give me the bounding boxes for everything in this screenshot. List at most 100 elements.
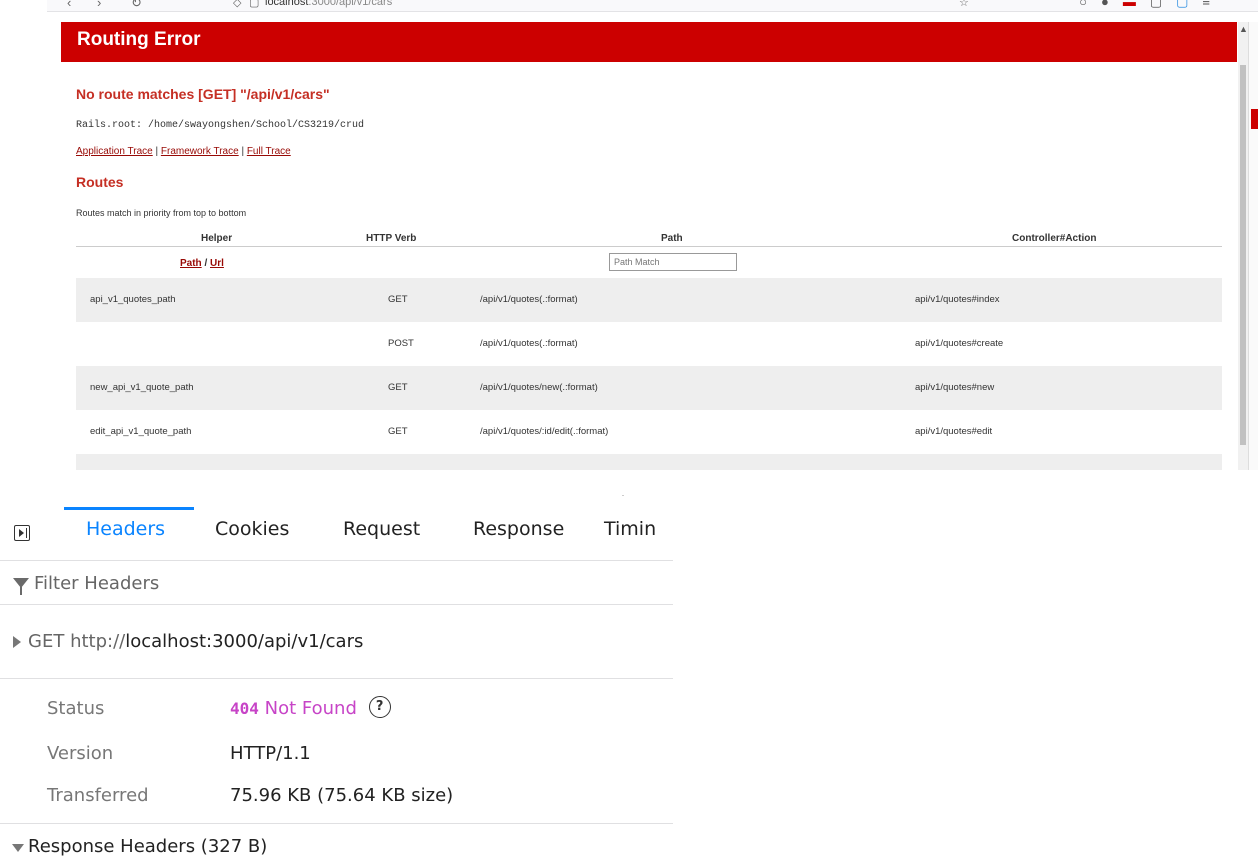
account-icon[interactable]: ●	[1101, 0, 1123, 9]
row-path: /api/v1/quotes(.:format)	[480, 338, 578, 349]
red-marker	[1251, 109, 1258, 129]
row-path: /api/v1/quotes(.:format)	[480, 294, 578, 305]
col-path: Path	[661, 233, 683, 244]
extension-icon[interactable]: ▢	[1176, 0, 1202, 9]
browser-window: ‹ › ↻ ◇ ▢ localhost:3000/api/v1/cars ☆ ○…	[47, 0, 1258, 470]
divider	[0, 604, 673, 605]
routes-heading: Routes	[76, 174, 124, 190]
routes-filter-row: Path / Url	[76, 247, 1222, 278]
pocket-icon[interactable]: ▬	[1123, 0, 1150, 9]
scrollbar-thumb[interactable]	[1240, 65, 1246, 445]
filter-headers-row[interactable]: Filter Headers	[0, 563, 673, 605]
response-headers-row[interactable]: Response Headers (327 B)	[0, 833, 673, 863]
toolbar-extension-icons: ○●▬▢▢≡	[1079, 0, 1224, 10]
request-scheme: http://	[70, 631, 126, 652]
framework-trace-link[interactable]: Framework Trace	[161, 146, 239, 157]
table-row: POST /api/v1/quotes(.:format) api/v1/quo…	[76, 322, 1222, 366]
status-row: Status 404 Not Found ?	[0, 696, 673, 728]
collapse-arrow-icon[interactable]	[12, 844, 24, 852]
help-icon[interactable]: ?	[368, 696, 391, 718]
table-row: new_api_v1_quote_path GET /api/v1/quotes…	[76, 366, 1222, 410]
row-helper: api_v1_quotes_path	[90, 294, 176, 305]
page-icon: ▢	[249, 0, 260, 9]
back-button[interactable]: ‹	[67, 0, 71, 10]
row-action: api/v1/quotes#new	[915, 382, 995, 393]
window-edge	[1248, 22, 1258, 470]
rails-error-page: Routing Error No route matches [GET] "/a…	[61, 22, 1237, 470]
row-action: api/v1/quotes#create	[915, 338, 1004, 349]
full-trace-link[interactable]: Full Trace	[247, 146, 291, 157]
col-http-verb: HTTP Verb	[366, 233, 417, 244]
address-bar[interactable]: localhost:3000/api/v1/cars	[265, 0, 392, 8]
devtools-panel: Headers Cookies Request Response Timin F…	[0, 470, 673, 868]
routes-description: Routes match in priority from top to bot…	[76, 208, 247, 218]
trace-separator: |	[238, 146, 247, 157]
browser-toolbar: ‹ › ↻ ◇ ▢ localhost:3000/api/v1/cars ☆ ○…	[47, 0, 1258, 12]
filter-icon	[13, 578, 29, 595]
match-type-links: Path / Url	[180, 258, 224, 269]
path-link[interactable]: Path	[180, 258, 202, 269]
version-row: Version HTTP/1.1	[0, 743, 673, 773]
application-trace-link[interactable]: Application Trace	[76, 146, 153, 157]
row-path: /api/v1/quotes/new(.:format)	[480, 382, 598, 393]
trace-separator: |	[152, 146, 161, 157]
downloads-icon[interactable]: ▢	[1150, 0, 1176, 9]
version-value: HTTP/1.1	[230, 743, 311, 764]
url-host: localhost	[265, 0, 309, 8]
row-action: api/v1/quotes#index	[915, 294, 1000, 305]
row-path: /api/v1/quotes/:id/edit(.:format)	[480, 426, 609, 437]
row-verb: POST	[388, 338, 414, 349]
tab-timings[interactable]: Timin	[604, 518, 656, 540]
request-summary-row[interactable]: GET http://localhost:3000/api/v1/cars	[0, 628, 673, 658]
devtools-tabbar: Headers Cookies Request Response Timin	[0, 470, 673, 562]
sync-icon[interactable]: ○	[1079, 0, 1101, 9]
row-helper: new_api_v1_quote_path	[90, 382, 194, 393]
toggle-sidebar-icon[interactable]	[14, 525, 30, 541]
path-match-input[interactable]	[609, 253, 737, 271]
transferred-value: 75.96 KB (75.64 KB size)	[230, 785, 454, 806]
active-tab-indicator	[64, 507, 194, 510]
trace-links: Application Trace | Framework Trace | Fu…	[76, 146, 291, 157]
row-verb: GET	[388, 382, 408, 393]
url-path: :3000/api/v1/cars	[308, 0, 393, 8]
version-label: Version	[47, 743, 114, 764]
shield-icon: ◇	[233, 0, 242, 9]
divider-dot	[622, 495, 624, 496]
request-summary: GET http://localhost:3000/api/v1/cars	[28, 631, 363, 652]
divider	[0, 678, 673, 679]
tab-request[interactable]: Request	[343, 518, 420, 540]
tab-cookies[interactable]: Cookies	[215, 518, 289, 540]
request-url: localhost:3000/api/v1/cars	[125, 631, 364, 652]
transferred-row: Transferred 75.96 KB (75.64 KB size)	[0, 785, 673, 815]
slash: /	[201, 258, 211, 269]
banner-title: Routing Error	[77, 29, 201, 50]
expand-arrow-icon[interactable]	[13, 636, 21, 648]
status-label: Status	[47, 698, 105, 719]
table-row: edit_api_v1_quote_path GET /api/v1/quote…	[76, 410, 1222, 454]
bookmark-star-icon[interactable]: ☆	[959, 0, 969, 9]
tab-headers[interactable]: Headers	[86, 518, 165, 540]
row-verb: GET	[388, 426, 408, 437]
reload-button[interactable]: ↻	[131, 0, 142, 11]
transferred-label: Transferred	[47, 785, 149, 806]
menu-icon[interactable]: ≡	[1202, 0, 1224, 9]
url-link[interactable]: Url	[210, 258, 224, 269]
scroll-up-arrow-icon[interactable]: ▲	[1239, 24, 1248, 34]
response-headers-title: Response Headers (327 B)	[28, 836, 268, 857]
table-row	[76, 454, 1222, 470]
error-banner: Routing Error	[61, 22, 1237, 62]
routes-table: Helper HTTP Verb Path Controller#Action …	[76, 230, 1222, 470]
table-row: api_v1_quotes_path GET /api/v1/quotes(.:…	[76, 278, 1222, 322]
col-controller-action: Controller#Action	[1012, 233, 1097, 244]
row-action: api/v1/quotes#edit	[915, 426, 993, 437]
forward-button[interactable]: ›	[97, 0, 101, 10]
filter-headers-input[interactable]: Filter Headers	[34, 573, 159, 594]
status-text: Not Found	[264, 698, 357, 719]
col-helper: Helper	[201, 233, 233, 244]
page-scrollbar[interactable]: ▲	[1238, 22, 1248, 470]
request-method: GET	[28, 631, 65, 652]
divider	[0, 560, 673, 561]
error-title: No route matches [GET] "/api/v1/cars"	[76, 86, 330, 102]
tab-response[interactable]: Response	[473, 518, 564, 540]
row-helper: edit_api_v1_quote_path	[90, 426, 192, 437]
